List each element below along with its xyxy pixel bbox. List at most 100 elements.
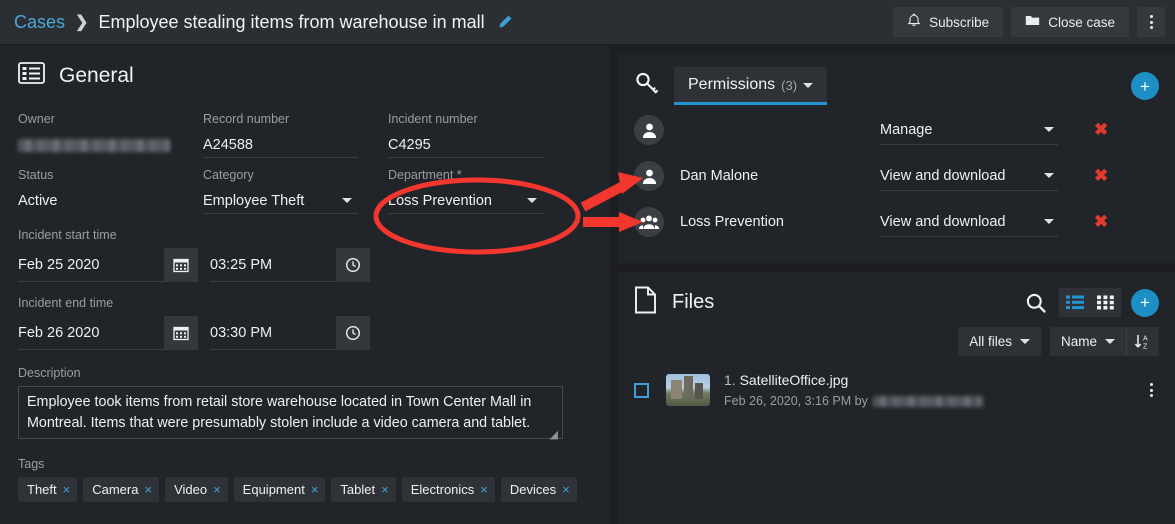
permission-access-value: View and download <box>880 167 1006 184</box>
files-section-title: Files <box>672 291 715 313</box>
chevron-down-icon <box>1044 219 1054 224</box>
tag-label: Camera <box>92 482 139 497</box>
record-number-label: Record number <box>203 112 290 126</box>
redacted-uploader <box>872 395 983 407</box>
permission-principal-name: Dan Malone <box>680 168 759 184</box>
calendar-icon[interactable] <box>164 248 198 282</box>
incident-start-date-input[interactable]: Feb 25 2020 <box>18 248 164 282</box>
owner-value <box>18 132 173 158</box>
permission-access-dropdown[interactable]: View and download <box>880 161 1058 191</box>
list-view-icon[interactable] <box>1059 288 1090 317</box>
tag-remove-icon[interactable]: × <box>63 482 71 497</box>
tags-list: Theft × Camera × Video × Equipment × Tablet × Elec… <box>18 477 590 502</box>
right-column: Permissions (3) + Manage ✖ Dan Malone View … <box>610 45 1175 524</box>
more-vertical-icon[interactable] <box>1150 383 1153 397</box>
user-icon <box>634 115 664 145</box>
permission-access-value: Manage <box>880 121 933 138</box>
description-textarea[interactable] <box>18 386 563 439</box>
breadcrumb-separator: ❯ <box>75 14 89 31</box>
record-number-value[interactable]: A24588 <box>203 132 358 158</box>
incident-number-value[interactable]: C4295 <box>388 132 543 158</box>
tag-label: Video <box>174 482 208 497</box>
redacted-owner <box>18 138 170 152</box>
view-mode-group <box>1059 288 1121 317</box>
permission-access-value: View and download <box>880 213 1006 230</box>
tab-permissions-label: Permissions <box>688 76 776 93</box>
svg-text:Z: Z <box>1143 344 1148 351</box>
close-case-button[interactable]: Close case <box>1011 7 1129 37</box>
file-select-checkbox[interactable] <box>634 382 649 398</box>
tag-chip: Devices × <box>500 477 577 502</box>
pencil-icon[interactable] <box>497 14 513 30</box>
tab-permissions[interactable]: Permissions (3) <box>674 67 828 105</box>
incident-end-time-label: Incident end time <box>18 296 114 310</box>
field-category: Category Employee Theft <box>203 168 388 214</box>
permission-row: Manage ✖ <box>634 109 1159 151</box>
tag-label: Theft <box>27 482 57 497</box>
files-panel: Files + All files Name A Z 1. SatelliteO… <box>618 272 1175 524</box>
tag-remove-icon[interactable]: × <box>213 482 221 497</box>
general-section-title: General <box>59 63 134 87</box>
tag-chip: Tablet × <box>331 477 396 502</box>
bell-icon <box>907 13 921 31</box>
remove-permission-icon[interactable]: ✖ <box>1094 212 1108 232</box>
calendar-icon[interactable] <box>164 316 198 350</box>
sort-az-icon[interactable]: AZ <box>1126 327 1159 356</box>
incident-end-time-input[interactable]: 03:30 PM <box>210 316 336 350</box>
permission-row: Dan Malone View and download ✖ <box>634 155 1159 197</box>
field-record-number: Record number A24588 <box>203 112 388 158</box>
all-files-filter-label: All files <box>969 334 1012 349</box>
incident-start-time-input[interactable]: 03:25 PM <box>210 248 336 282</box>
tag-remove-icon[interactable]: × <box>562 482 570 497</box>
tag-remove-icon[interactable]: × <box>381 482 389 497</box>
folder-icon <box>1025 14 1040 30</box>
incident-end-date-input[interactable]: Feb 26 2020 <box>18 316 164 350</box>
permission-access-dropdown[interactable]: Manage <box>880 115 1058 145</box>
files-header: Files + <box>634 286 1159 319</box>
grid-view-icon[interactable] <box>1090 288 1121 317</box>
permission-access-dropdown[interactable]: View and download <box>880 207 1058 237</box>
permissions-panel: Permissions (3) + Manage ✖ Dan Malone View … <box>618 53 1175 263</box>
breadcrumb-cases-link[interactable]: Cases <box>14 12 65 33</box>
tag-chip: Electronics × <box>401 477 495 502</box>
file-thumbnail <box>666 374 710 406</box>
files-filter-bar: All files Name AZ <box>634 327 1159 356</box>
field-description: Description ◢ <box>18 366 590 444</box>
chevron-down-icon <box>803 82 814 88</box>
tag-chip: Video × <box>165 477 228 502</box>
tag-label: Equipment <box>242 482 305 497</box>
field-incident-end-time: Incident end time Feb 26 2020 03:30 PM <box>18 296 590 350</box>
clock-icon[interactable] <box>336 248 370 282</box>
files-list: 1. SatelliteOffice.jpg Feb 26, 2020, 3:16… <box>634 372 1159 408</box>
permission-principal-name: Loss Prevention <box>680 214 784 230</box>
department-value: Loss Prevention <box>388 192 492 209</box>
svg-text:A: A <box>1143 336 1148 343</box>
chevron-down-icon <box>342 198 352 203</box>
details-list-icon <box>18 61 45 90</box>
file-list-item[interactable]: 1. SatelliteOffice.jpg Feb 26, 2020, 3:16… <box>634 372 1159 408</box>
field-incident-start-time: Incident start time Feb 25 2020 03:25 PM <box>18 228 590 282</box>
subscribe-button[interactable]: Subscribe <box>893 7 1004 37</box>
remove-permission-icon[interactable]: ✖ <box>1094 120 1108 140</box>
tag-label: Tablet <box>340 482 376 497</box>
department-dropdown[interactable]: Loss Prevention <box>388 188 543 214</box>
tag-label: Devices <box>509 482 557 497</box>
add-file-button[interactable]: + <box>1131 288 1159 317</box>
search-icon[interactable] <box>1023 292 1049 314</box>
owner-label: Owner <box>18 112 55 126</box>
resize-handle-icon[interactable]: ◢ <box>550 428 558 441</box>
status-value: Active <box>18 193 58 209</box>
remove-permission-icon[interactable]: ✖ <box>1094 166 1108 186</box>
subscribe-label: Subscribe <box>929 14 990 30</box>
permissions-header: Permissions (3) + <box>634 67 1159 105</box>
clock-icon[interactable] <box>336 316 370 350</box>
file-meta: 1. SatelliteOffice.jpg Feb 26, 2020, 3:16… <box>724 372 983 408</box>
category-dropdown[interactable]: Employee Theft <box>203 188 358 214</box>
sort-field-dropdown[interactable]: Name <box>1049 327 1126 356</box>
tag-remove-icon[interactable]: × <box>480 482 488 497</box>
more-vertical-icon[interactable] <box>1137 7 1165 37</box>
add-permission-button[interactable]: + <box>1131 72 1159 100</box>
tag-remove-icon[interactable]: × <box>311 482 319 497</box>
tag-remove-icon[interactable]: × <box>144 482 152 497</box>
all-files-filter-dropdown[interactable]: All files <box>958 327 1041 356</box>
